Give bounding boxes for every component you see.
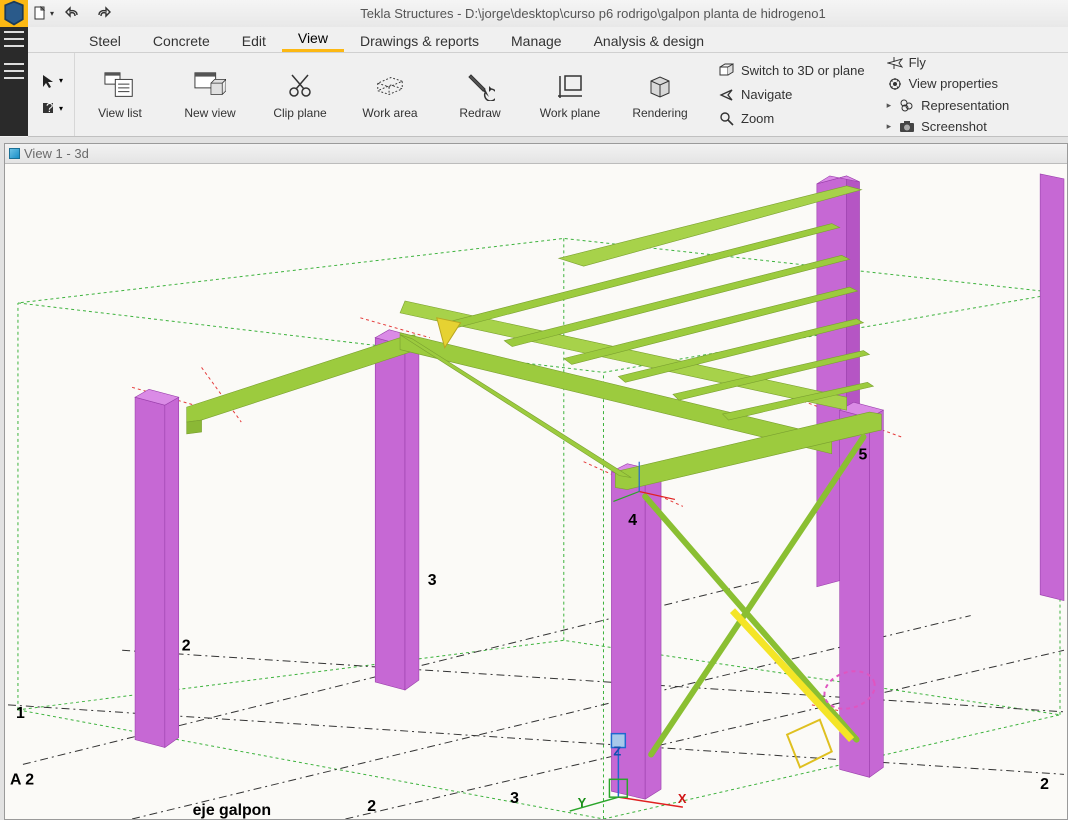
fly-label: Fly: [909, 55, 926, 70]
redraw-button[interactable]: Redraw: [435, 53, 525, 136]
view-window: View 1 - 3d: [4, 143, 1068, 820]
screenshot-label: Screenshot: [921, 119, 987, 134]
tab-edit[interactable]: Edit: [226, 29, 282, 52]
view-list-label: View list: [98, 106, 142, 120]
app-logo[interactable]: [0, 0, 28, 27]
3d-canvas[interactable]: X Y Z 1 2 3 4 5 A 2 2 eje galp: [5, 164, 1067, 819]
tab-manage[interactable]: Manage: [495, 29, 578, 52]
svg-text:4: 4: [628, 512, 637, 529]
fly-button[interactable]: Fly: [883, 53, 1014, 72]
work-area-icon: [374, 70, 406, 102]
file-button[interactable]: ▾: [28, 0, 58, 27]
work-area-button[interactable]: Work area: [345, 53, 435, 136]
expand-icon: ▸: [887, 121, 892, 132]
tab-analysis-design[interactable]: Analysis & design: [578, 29, 721, 52]
view-title-text: View 1 - 3d: [24, 146, 89, 161]
svg-text:Z: Z: [613, 743, 621, 758]
navigate-icon: [719, 87, 735, 103]
rendering-icon: [644, 70, 676, 102]
representation-label: Representation: [921, 98, 1009, 113]
work-plane-icon: [554, 70, 586, 102]
new-view-button[interactable]: New view: [165, 53, 255, 136]
clip-plane-label: Clip plane: [273, 106, 326, 120]
screenshot-icon: [899, 118, 915, 134]
representation-icon: [899, 97, 915, 113]
svg-text:?: ?: [46, 101, 53, 115]
work-plane-button[interactable]: Work plane: [525, 53, 615, 136]
view-icon: [9, 148, 20, 159]
new-view-icon: [194, 70, 226, 102]
view-properties-label: View properties: [909, 76, 998, 91]
redraw-label: Redraw: [459, 106, 500, 120]
svg-text:5: 5: [859, 447, 868, 464]
navigate-label: Navigate: [741, 87, 792, 102]
svg-text:3: 3: [428, 572, 437, 589]
svg-text:2: 2: [367, 798, 376, 815]
work-area-label: Work area: [362, 106, 417, 120]
select-tool[interactable]: ▾: [36, 69, 68, 93]
switch-3d-label: Switch to 3D or plane: [741, 63, 865, 78]
undo-button[interactable]: [58, 0, 88, 27]
switch-3d-icon: [719, 63, 735, 79]
view-properties-icon: [887, 76, 903, 92]
view-title-bar[interactable]: View 1 - 3d: [5, 144, 1067, 164]
svg-text:eje galpon: eje galpon: [193, 802, 271, 819]
clip-plane-icon: [284, 70, 316, 102]
ribbon-tabs: SteelConcreteEditViewDrawings & reportsM…: [28, 27, 1068, 53]
quick-access-toolbar: ▾: [0, 0, 118, 27]
rendering-button[interactable]: Rendering: [615, 53, 705, 136]
work-plane-label: Work plane: [540, 106, 600, 120]
tab-concrete[interactable]: Concrete: [137, 29, 226, 52]
side-menu-icon[interactable]: [4, 31, 24, 47]
svg-text:2: 2: [1040, 776, 1049, 793]
ribbon-small-group-2: Fly View properties ▸ Representation ▸ S…: [879, 53, 1024, 136]
view-list-button[interactable]: View list: [75, 53, 165, 136]
title-bar: ▾ Tekla Structures - D:\jorge\desktop\cu…: [0, 0, 1068, 27]
tab-drawings-reports[interactable]: Drawings & reports: [344, 29, 495, 52]
snap-tool[interactable]: ?▾: [36, 97, 68, 121]
new-view-label: New view: [184, 106, 235, 120]
zoom-icon: [719, 111, 735, 127]
view-properties-button[interactable]: View properties: [883, 74, 1014, 93]
zoom-button[interactable]: Zoom: [715, 108, 869, 130]
svg-text:2: 2: [182, 637, 191, 654]
redraw-icon: [464, 70, 496, 102]
selection-tools: ▾ ?▾: [30, 53, 75, 136]
svg-text:3: 3: [510, 790, 519, 807]
redo-button[interactable]: [88, 0, 118, 27]
screenshot-button[interactable]: ▸ Screenshot: [883, 117, 1014, 136]
svg-text:1: 1: [16, 705, 25, 722]
side-panel-collapsed[interactable]: [0, 27, 28, 136]
switch-3d-button[interactable]: Switch to 3D or plane: [715, 60, 869, 82]
svg-text:Y: Y: [578, 795, 587, 810]
tab-steel[interactable]: Steel: [73, 29, 137, 52]
rendering-label: Rendering: [632, 106, 687, 120]
expand-icon: ▸: [887, 100, 892, 111]
viewport-area: View 1 - 3d: [0, 137, 1068, 820]
ribbon: ▾ ?▾ View list New view Clip plane Work …: [28, 53, 1068, 137]
navigate-button[interactable]: Navigate: [715, 84, 869, 106]
svg-text:A 2: A 2: [10, 771, 34, 788]
window-title: Tekla Structures - D:\jorge\desktop\curs…: [118, 6, 1068, 21]
zoom-label: Zoom: [741, 111, 774, 126]
side-menu-icon[interactable]: [4, 63, 24, 79]
representation-button[interactable]: ▸ Representation: [883, 96, 1014, 115]
fly-icon: [887, 55, 903, 71]
ribbon-small-group-1: Switch to 3D or plane Navigate Zoom: [705, 53, 879, 136]
svg-text:X: X: [678, 791, 687, 806]
view-list-icon: [104, 70, 136, 102]
clip-plane-button[interactable]: Clip plane: [255, 53, 345, 136]
tab-view[interactable]: View: [282, 26, 344, 52]
